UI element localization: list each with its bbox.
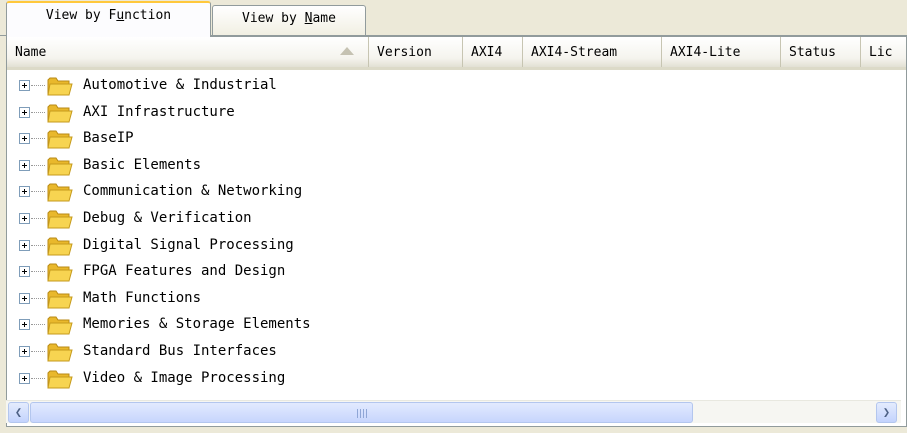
tab-label-pre: View by bbox=[242, 11, 305, 26]
tree-connector bbox=[31, 138, 45, 140]
arrow-right-icon[interactable]: ❯ bbox=[876, 402, 897, 423]
tree-item-label: Memories & Storage Elements bbox=[83, 316, 311, 333]
folder-icon bbox=[47, 208, 73, 230]
tree-item-label: Communication & Networking bbox=[83, 183, 303, 200]
plus-box-icon[interactable] bbox=[19, 212, 30, 224]
column-header-status[interactable]: Status bbox=[781, 37, 861, 67]
tree-item-label: Standard Bus Interfaces bbox=[83, 342, 277, 359]
tree-connector bbox=[31, 111, 45, 113]
scrollbar-thumb[interactable] bbox=[30, 402, 693, 423]
folder-icon bbox=[47, 341, 73, 363]
folder-icon bbox=[47, 181, 73, 203]
tree-connector bbox=[31, 377, 45, 379]
tree-connector bbox=[31, 271, 45, 273]
column-header-axi4[interactable]: AXI4 bbox=[463, 37, 523, 67]
plus-box-icon[interactable] bbox=[19, 345, 30, 357]
tree-item-label: BaseIP bbox=[83, 130, 134, 147]
tree-item-label: AXI Infrastructure bbox=[83, 103, 235, 120]
column-header-axi4-stream[interactable]: AXI4-Stream bbox=[523, 37, 662, 67]
plus-box-icon[interactable] bbox=[19, 266, 30, 278]
grip-icon bbox=[357, 409, 369, 418]
column-header-license[interactable]: Lic bbox=[861, 37, 906, 67]
plus-box-icon[interactable] bbox=[19, 186, 30, 198]
tree-connector bbox=[31, 217, 45, 219]
plus-box-icon[interactable] bbox=[19, 292, 30, 304]
tree-connector bbox=[31, 297, 45, 299]
tree-row[interactable]: Automotive & Industrial bbox=[7, 73, 906, 100]
folder-icon bbox=[47, 128, 73, 150]
folder-icon bbox=[47, 261, 73, 283]
tree-row[interactable]: Math Functions bbox=[7, 286, 906, 313]
sort-ascending-icon bbox=[340, 47, 354, 55]
tree-row[interactable]: BaseIP bbox=[7, 126, 906, 153]
tab-view-by-function[interactable]: View by Function bbox=[6, 1, 211, 37]
column-header-axi4-lite[interactable]: AXI4-Lite bbox=[662, 37, 781, 67]
ip-catalog-panel: View by Function View by Name Name Versi… bbox=[0, 0, 907, 433]
folder-icon bbox=[47, 75, 73, 97]
folder-icon bbox=[47, 288, 73, 310]
plus-box-icon[interactable] bbox=[19, 80, 30, 91]
tree-item-label: Debug & Verification bbox=[83, 209, 252, 226]
tree-item-label: Automotive & Industrial bbox=[83, 77, 277, 93]
tab-label-post: nction bbox=[124, 8, 172, 23]
column-header-label: AXI4 bbox=[471, 45, 503, 60]
folder-icon bbox=[47, 314, 73, 336]
column-header-name[interactable]: Name bbox=[7, 37, 369, 67]
tree-row[interactable]: AXI Infrastructure bbox=[7, 100, 906, 127]
folder-icon bbox=[47, 368, 73, 390]
tab-label-pre: View by F bbox=[45, 8, 117, 23]
column-header-label: Name bbox=[15, 45, 47, 60]
plus-box-icon[interactable] bbox=[19, 133, 30, 145]
column-header-label: Lic bbox=[869, 45, 893, 60]
plus-box-icon[interactable] bbox=[19, 319, 30, 331]
plus-box-icon[interactable] bbox=[19, 159, 30, 171]
tree-rows: Automotive & Industrial AXI Infrastructur… bbox=[7, 73, 906, 393]
tree-row[interactable]: Communication & Networking bbox=[7, 179, 906, 206]
tree-item-label: Video & Image Processing bbox=[83, 369, 286, 386]
folder-icon bbox=[47, 102, 73, 124]
arrow-left-icon[interactable]: ❮ bbox=[8, 402, 29, 423]
tree-connector bbox=[31, 85, 45, 86]
column-header-label: Status bbox=[789, 45, 836, 60]
tree-row[interactable]: Standard Bus Interfaces bbox=[7, 339, 906, 366]
tree-connector bbox=[31, 244, 45, 246]
folder-icon bbox=[47, 235, 73, 257]
plus-box-icon[interactable] bbox=[19, 239, 30, 251]
view-tabs: View by Function View by Name bbox=[0, 0, 907, 37]
tab-mnemonic: u bbox=[116, 8, 125, 23]
tree-item-label: FPGA Features and Design bbox=[83, 263, 286, 280]
tree-item-label: Digital Signal Processing bbox=[83, 236, 294, 253]
tree-item-label: Math Functions bbox=[83, 289, 202, 306]
tab-view-by-name[interactable]: View by Name bbox=[212, 5, 366, 36]
plus-box-icon[interactable] bbox=[19, 106, 30, 118]
tree-row[interactable]: Memories & Storage Elements bbox=[7, 312, 906, 339]
column-header-label: AXI4-Lite bbox=[670, 45, 741, 60]
tree-row[interactable]: FPGA Features and Design bbox=[7, 259, 906, 286]
folder-icon bbox=[47, 155, 73, 177]
column-header-label: Version bbox=[377, 45, 432, 60]
column-header-version[interactable]: Version bbox=[369, 37, 463, 67]
ip-table: Name Version AXI4 AXI4-Stream AXI4-Lite … bbox=[6, 36, 907, 427]
plus-box-icon[interactable] bbox=[19, 372, 30, 384]
tree-row[interactable]: Debug & Verification bbox=[7, 206, 906, 233]
table-header: Name Version AXI4 AXI4-Stream AXI4-Lite … bbox=[7, 37, 906, 70]
tree-connector bbox=[31, 164, 45, 166]
horizontal-scrollbar[interactable]: ❮ ❯ bbox=[6, 400, 901, 423]
tree-row[interactable]: Digital Signal Processing bbox=[7, 233, 906, 260]
tree-connector bbox=[31, 350, 45, 352]
tree-connector bbox=[31, 191, 45, 193]
column-header-label: AXI4-Stream bbox=[531, 45, 618, 60]
tree-row[interactable]: Video & Image Processing bbox=[7, 366, 906, 393]
tree-connector bbox=[31, 324, 45, 326]
tree-item-label: Basic Elements bbox=[83, 156, 202, 173]
tree-row[interactable]: Basic Elements bbox=[7, 153, 906, 180]
tab-label-post: ame bbox=[312, 11, 336, 26]
